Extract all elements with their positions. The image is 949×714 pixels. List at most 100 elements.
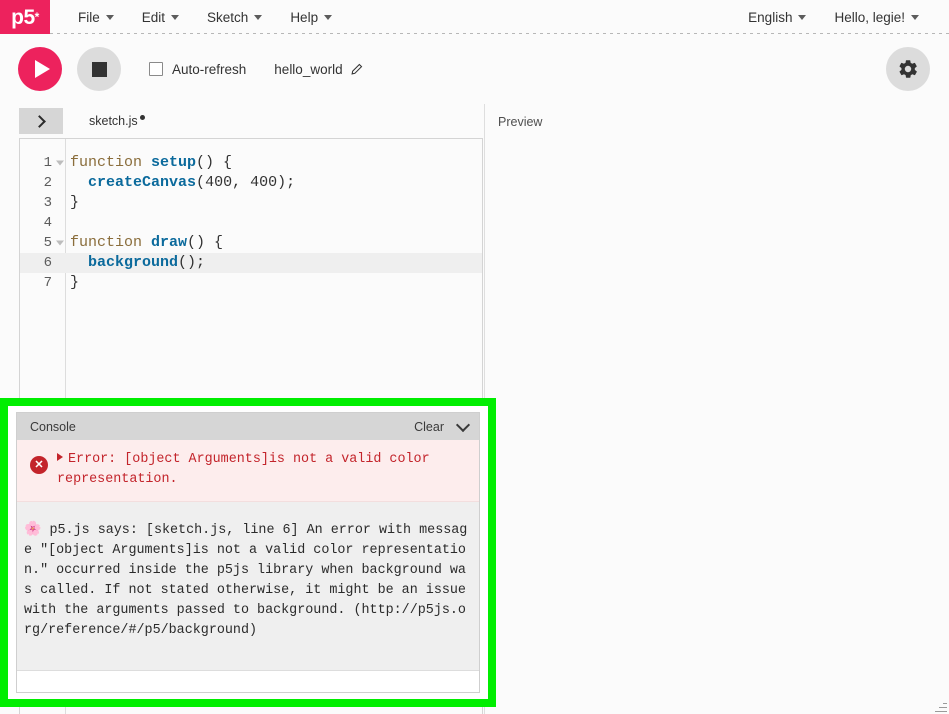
chevron-down-icon [911, 15, 919, 20]
preview-label: Preview [485, 104, 949, 129]
code-token: () { [196, 154, 232, 171]
chevron-down-icon [171, 15, 179, 20]
code-lines: 1function setup() {2 createCanvas(400, 4… [20, 139, 482, 293]
menu-sketch[interactable]: Sketch [193, 0, 276, 34]
menu-account[interactable]: Hello, legie! [820, 0, 933, 34]
menu-file[interactable]: File [64, 0, 128, 34]
line-number: 1 [20, 153, 66, 173]
code-text: function setup() { [66, 153, 232, 173]
code-token: () { [187, 234, 223, 251]
editor-header: sketch.js [0, 104, 484, 138]
console-header: Console Clear [17, 413, 479, 440]
play-button[interactable] [18, 47, 62, 91]
error-message-text: Error: [object Arguments]is not a valid … [57, 452, 438, 487]
play-icon [35, 60, 50, 78]
code-token [142, 154, 151, 171]
code-token: createCanvas [88, 174, 196, 191]
menu-sketch-label: Sketch [207, 10, 248, 25]
nav-left-menus: File Edit Sketch Help [50, 0, 346, 34]
cherry-blossom-icon: 🌸 [24, 522, 41, 538]
menu-edit[interactable]: Edit [128, 0, 193, 34]
menu-language[interactable]: English [734, 0, 820, 34]
code-line[interactable]: 7} [20, 273, 482, 293]
code-line[interactable]: 1function setup() { [20, 153, 482, 173]
menu-account-label: Hello, legie! [834, 10, 905, 25]
settings-button[interactable] [886, 47, 930, 91]
window-resize-handle[interactable] [935, 700, 947, 712]
code-text: function draw() { [66, 233, 223, 253]
console-clear-button[interactable]: Clear [414, 420, 444, 434]
line-number: 2 [20, 173, 66, 193]
chevron-right-icon [33, 115, 46, 128]
pencil-icon[interactable] [350, 63, 363, 76]
code-token [70, 254, 88, 271]
stop-icon [92, 62, 107, 77]
menu-help-label: Help [290, 10, 318, 25]
stop-button[interactable] [77, 47, 121, 91]
sketch-name: hello_world [274, 62, 342, 77]
line-number: 3 [20, 193, 66, 213]
code-token: } [70, 274, 79, 291]
code-token: } [70, 194, 79, 211]
code-line[interactable]: 6 background(); [20, 253, 482, 273]
code-text: } [66, 273, 79, 293]
p5-message-text: p5.js says: [sketch.js, line 6] An error… [24, 523, 474, 638]
console-messages: ✕ Error: [object Arguments]is not a vali… [17, 440, 479, 670]
auto-refresh-toggle[interactable]: Auto-refresh [149, 62, 246, 77]
menu-file-label: File [78, 10, 100, 25]
code-token: ( [196, 174, 205, 191]
menu-edit-label: Edit [142, 10, 165, 25]
code-token: , [232, 174, 250, 191]
chevron-down-icon [324, 15, 332, 20]
code-token [70, 174, 88, 191]
preview-pane: Preview [484, 104, 949, 714]
code-token: ); [277, 174, 295, 191]
auto-refresh-checkbox[interactable] [149, 62, 163, 76]
line-number: 4 [20, 213, 66, 233]
chevron-down-icon [798, 15, 806, 20]
toolbar: Auto-refresh hello_world [0, 34, 949, 104]
code-token: background [88, 254, 178, 271]
code-token: (); [178, 254, 205, 271]
code-token: function [70, 154, 142, 171]
chevron-down-icon [106, 15, 114, 20]
code-line[interactable]: 4 [20, 213, 482, 233]
error-message-text-wrap: Error: [object Arguments]is not a valid … [57, 450, 471, 490]
console-message-error: ✕ Error: [object Arguments]is not a vali… [17, 440, 479, 502]
gear-icon [897, 58, 919, 80]
chevron-down-icon[interactable] [456, 417, 470, 431]
console-title: Console [30, 420, 76, 434]
code-line[interactable]: 5function draw() { [20, 233, 482, 253]
file-tab-label: sketch.js [89, 114, 138, 128]
nav-right-menus: English Hello, legie! [734, 0, 949, 34]
sketch-name-group: hello_world [274, 62, 362, 77]
navbar: p5* File Edit Sketch Help English [0, 0, 949, 34]
code-token: setup [151, 154, 196, 171]
code-text: createCanvas(400, 400); [66, 173, 295, 193]
triangle-right-icon[interactable] [57, 453, 63, 461]
sidebar-toggle-button[interactable] [19, 108, 63, 134]
line-number: 7 [20, 273, 66, 293]
p5-web-editor: p5* File Edit Sketch Help English [0, 0, 949, 714]
file-tab-sketch-js[interactable]: sketch.js [89, 114, 145, 128]
console-footer [17, 670, 479, 692]
menu-help[interactable]: Help [276, 0, 346, 34]
code-text: } [66, 193, 79, 213]
logo-text: p5 [11, 7, 35, 28]
chevron-down-icon [254, 15, 262, 20]
fold-triangle-icon[interactable] [56, 241, 64, 246]
code-token: draw [151, 234, 187, 251]
code-line[interactable]: 2 createCanvas(400, 400); [20, 173, 482, 193]
fold-triangle-icon[interactable] [56, 161, 64, 166]
code-text: background(); [66, 253, 205, 273]
code-token: 400 [205, 174, 232, 191]
code-token: function [70, 234, 142, 251]
code-line[interactable]: 3} [20, 193, 482, 213]
error-circle-icon: ✕ [30, 456, 48, 474]
code-token: 400 [250, 174, 277, 191]
unsaved-indicator-icon [140, 115, 145, 120]
auto-refresh-label: Auto-refresh [172, 62, 246, 77]
p5-logo[interactable]: p5* [0, 0, 50, 34]
menu-language-label: English [748, 10, 792, 25]
console-panel: Console Clear ✕ Error: [object Arguments… [16, 412, 480, 693]
